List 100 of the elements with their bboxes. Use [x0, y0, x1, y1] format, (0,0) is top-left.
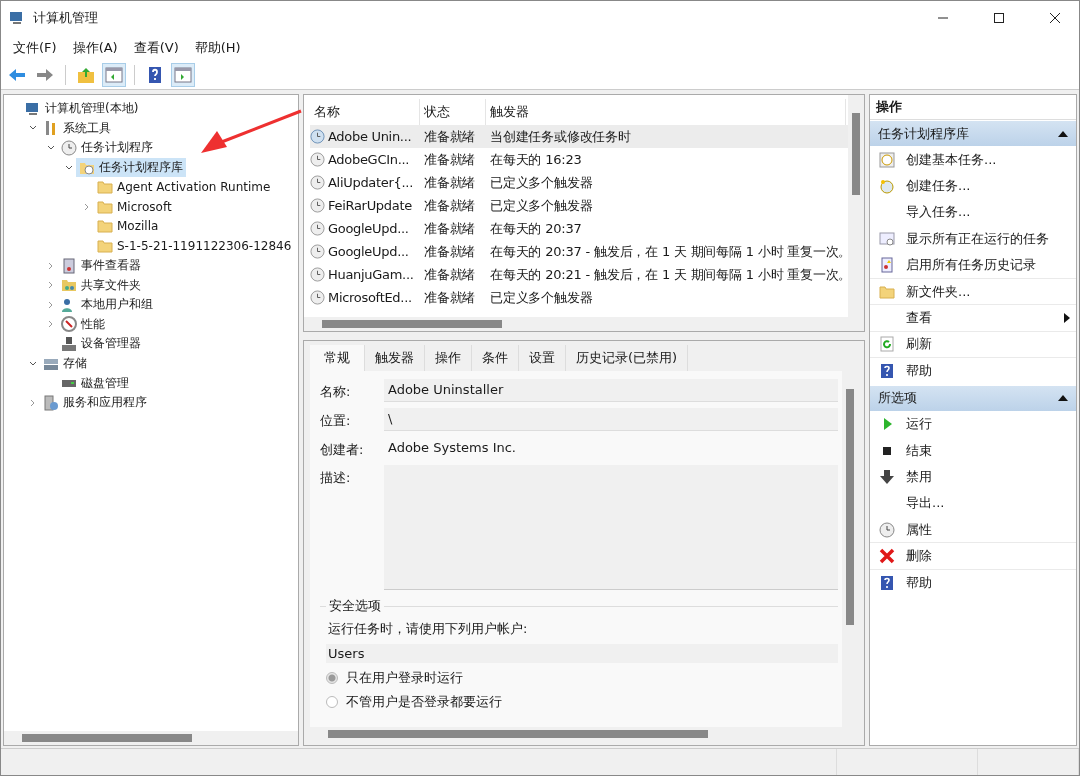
panel-icon	[105, 66, 123, 84]
location-field[interactable]: \	[384, 408, 838, 431]
section-header[interactable]: 任务计划程序库	[870, 121, 1076, 146]
task-list-icon	[879, 230, 895, 247]
task-row[interactable]: Adobe Unin... 准备就绪 当创建任务或修改任务时	[310, 125, 848, 148]
author-field[interactable]: Adobe Systems Inc.	[384, 437, 838, 459]
tab[interactable]: 常规	[310, 345, 365, 371]
action-item[interactable]: 启用所有任务历史记录	[870, 252, 1076, 279]
name-field[interactable]: Adobe Uninstaller	[384, 379, 838, 402]
table-cell: Adobe Unin...	[328, 129, 412, 144]
table-cell: GoogleUpd...	[328, 244, 409, 259]
task-row[interactable]: GoogleUpd... 准备就绪 在每天的 20:37 - 触发后，在 1 天 期间每隔 1 小时 重复一次。	[310, 240, 848, 263]
tree-item[interactable]: 磁盘管理	[58, 373, 132, 393]
description-field[interactable]	[384, 465, 838, 590]
field-label: 位置:	[320, 412, 352, 430]
action-item[interactable]: 导出...	[870, 490, 1076, 518]
table-cell-text: 已定义多个触发器	[489, 288, 593, 307]
collapse-triangle-icon[interactable]	[1058, 394, 1068, 402]
down-arrow-icon	[879, 469, 895, 485]
table-cell: AliUpdater{...	[328, 175, 413, 190]
table-cell-text: 准备就绪	[423, 265, 477, 284]
refresh-icon	[879, 336, 895, 353]
menu-item[interactable]: 操作(A)	[64, 37, 126, 59]
action-item[interactable]: 显示所有正在运行的任务	[870, 226, 1076, 253]
folder-icon	[97, 218, 113, 235]
section-header[interactable]: 所选项	[870, 385, 1076, 411]
table-cell-text: 准备就绪	[423, 288, 477, 307]
horizontal-scrollbar[interactable]	[4, 731, 298, 745]
tree-item[interactable]: Mozilla	[94, 217, 162, 236]
action-item[interactable]: 导入任务...	[870, 199, 1076, 227]
tree-item[interactable]: 事件查看器	[58, 256, 144, 276]
radio-option[interactable]: 不管用户是否登录都要运行	[326, 693, 838, 711]
field-label: 创建者:	[320, 441, 365, 459]
show-hide-tree-button[interactable]	[102, 63, 126, 87]
vertical-scrollbar[interactable]	[848, 95, 864, 317]
table-cell-text: 已定义多个触发器	[489, 196, 593, 215]
back-arrow-icon	[8, 66, 26, 84]
action-item[interactable]: 禁用	[870, 464, 1076, 491]
tree-item[interactable]: Agent Activation Runtime	[94, 178, 274, 197]
action-item[interactable]: 帮助	[870, 358, 1076, 385]
action-item[interactable]: 创建基本任务...	[870, 147, 1076, 174]
tree-item[interactable]: 性能	[58, 314, 108, 334]
show-hide-action-pane-button[interactable]	[171, 63, 195, 87]
tree-item[interactable]: 任务计划程序库	[76, 158, 186, 178]
action-item[interactable]: 结束	[870, 437, 1076, 465]
task-row[interactable]: MicrosoftEd... 准备就绪 已定义多个触发器	[310, 286, 848, 309]
field-label: 描述:	[320, 469, 352, 487]
tree-item[interactable]: 本地用户和组	[58, 295, 156, 315]
tree-item[interactable]: Microsoft	[94, 197, 175, 216]
help-icon	[146, 66, 164, 84]
tree-item[interactable]: S-1-5-21-1191122306-12846	[94, 236, 295, 255]
action-item[interactable]: 删除	[870, 543, 1076, 570]
table-cell-text: 准备就绪	[423, 196, 477, 215]
collapse-triangle-icon[interactable]	[1058, 129, 1068, 138]
folder-icon	[97, 179, 113, 196]
task-row[interactable]: GoogleUpd... 准备就绪 在每天的 20:37	[310, 217, 848, 240]
horizontal-scrollbar[interactable]	[304, 317, 864, 331]
table-cell-text: 已定义多个触发器	[489, 173, 593, 192]
task-row[interactable]: AdobeGCIn... 准备就绪 在每天的 16:23	[310, 148, 848, 171]
tree-item[interactable]: 计算机管理(本地)	[22, 99, 142, 119]
radio-option[interactable]: 只在用户登录时运行	[326, 669, 838, 687]
field-label: 名称:	[320, 383, 352, 401]
task-row[interactable]: HuanjuGam... 准备就绪 在每天的 20:21 - 触发后，在 1 天 期间每隔 1 小时 重复一次。	[310, 263, 848, 286]
tree-item[interactable]: 共享文件夹	[58, 275, 144, 295]
table-cell-text: 准备就绪	[423, 242, 477, 261]
action-item[interactable]: 刷新	[870, 331, 1076, 359]
log-icon	[879, 257, 895, 274]
tree-item[interactable]: 任务计划程序	[58, 138, 156, 158]
panel-icon	[174, 66, 192, 84]
action-item[interactable]: 创建任务...	[870, 173, 1076, 200]
task-row[interactable]: AliUpdater{... 准备就绪 已定义多个触发器	[310, 171, 848, 194]
task-row[interactable]: FeiRarUpdate 准备就绪 已定义多个触发器	[310, 194, 848, 217]
table-cell-text: 当创建任务或修改任务时	[489, 127, 631, 146]
menu-item[interactable]: 文件(F)	[5, 37, 65, 59]
table-cell-text: 准备就绪	[423, 219, 477, 238]
tree-item[interactable]: 设备管理器	[58, 334, 144, 354]
services-icon	[43, 394, 59, 411]
pane-title: 操作	[870, 95, 1076, 120]
security-prompt: 运行任务时，请使用下列用户帐户:	[328, 620, 529, 638]
action-item[interactable]: 新文件夹...	[870, 278, 1076, 306]
delete-icon	[879, 548, 895, 565]
action-item[interactable]: 运行	[870, 411, 1076, 438]
tree-item[interactable]: 存储	[40, 354, 90, 373]
computer-icon	[25, 100, 41, 117]
group-title: 安全选项	[326, 597, 384, 615]
action-item[interactable]: 帮助	[870, 569, 1076, 597]
maximize-icon	[993, 12, 1005, 24]
action-item[interactable]: 查看	[870, 305, 1076, 332]
folder-up-icon	[77, 66, 95, 84]
menu-item[interactable]: 帮助(H)	[186, 37, 249, 59]
event-log-icon	[61, 257, 77, 274]
tree-item[interactable]: 服务和应用程序	[40, 393, 150, 413]
forward-arrow-icon	[36, 66, 54, 84]
table-cell: MicrosoftEd...	[328, 290, 412, 305]
table-cell-text: 在每天的 20:37 - 触发后，在 1 天 期间每隔 1 小时 重复一次。	[489, 242, 848, 261]
user-account-field[interactable]: Users	[326, 644, 838, 663]
table-cell: GoogleUpd...	[328, 221, 409, 236]
tree-item[interactable]: 系统工具	[40, 118, 114, 138]
action-item[interactable]: 属性	[870, 517, 1076, 544]
menu-item[interactable]: 查看(V)	[125, 37, 187, 59]
